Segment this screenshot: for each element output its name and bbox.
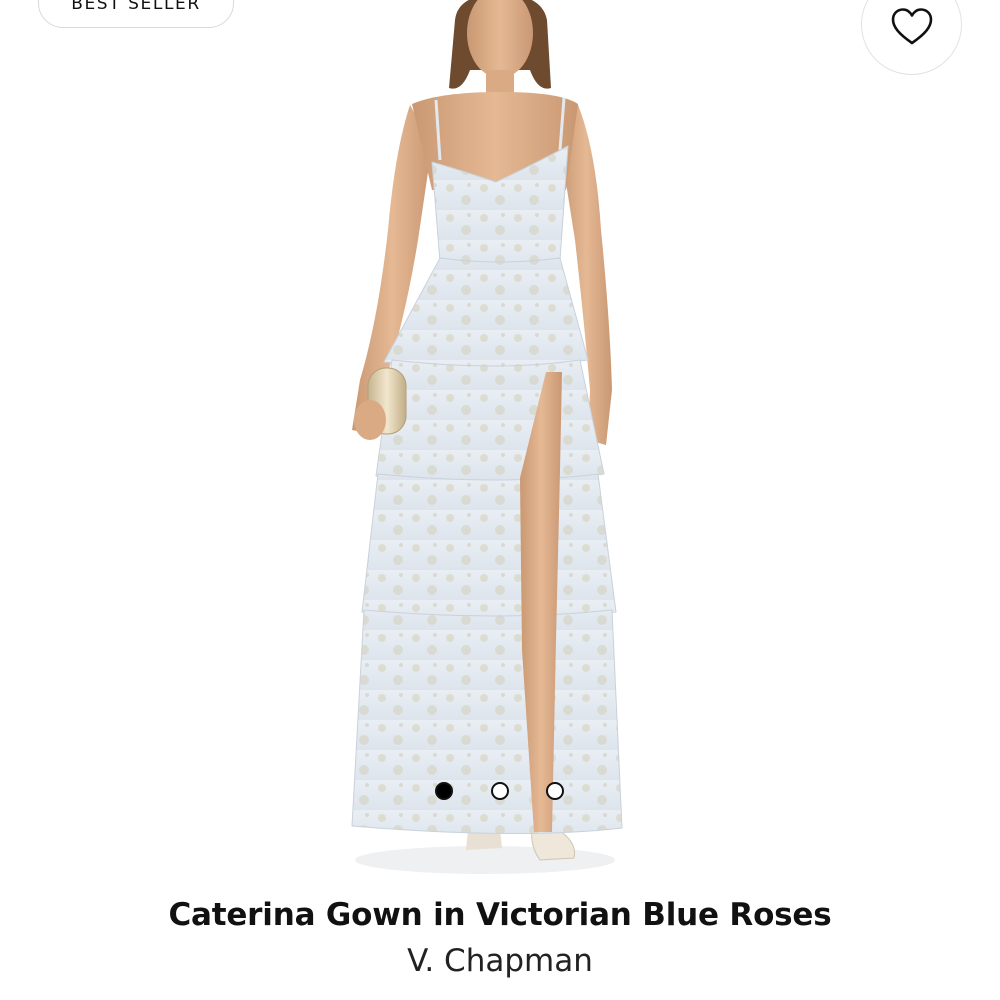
favorite-button[interactable]: [861, 0, 962, 75]
product-title[interactable]: Caterina Gown in Victorian Blue Roses: [0, 897, 1000, 933]
dress-tier-3: [361, 473, 617, 618]
dress-tier-1: [383, 257, 589, 368]
dress-tier-2: [375, 359, 605, 482]
carousel-dot-3[interactable]: [546, 782, 564, 800]
carousel-dots: [433, 780, 568, 802]
floor-shadow: [355, 846, 615, 874]
product-brand[interactable]: V. Chapman: [0, 943, 1000, 979]
carousel-dot-2[interactable]: [491, 782, 509, 800]
carousel-dot-1[interactable]: [435, 782, 453, 800]
best-seller-badge: BEST SELLER: [38, 0, 234, 28]
heart-icon: [891, 8, 932, 45]
product-image[interactable]: [300, 0, 680, 880]
model-hand: [354, 400, 386, 440]
badge-label: BEST SELLER: [71, 0, 201, 14]
